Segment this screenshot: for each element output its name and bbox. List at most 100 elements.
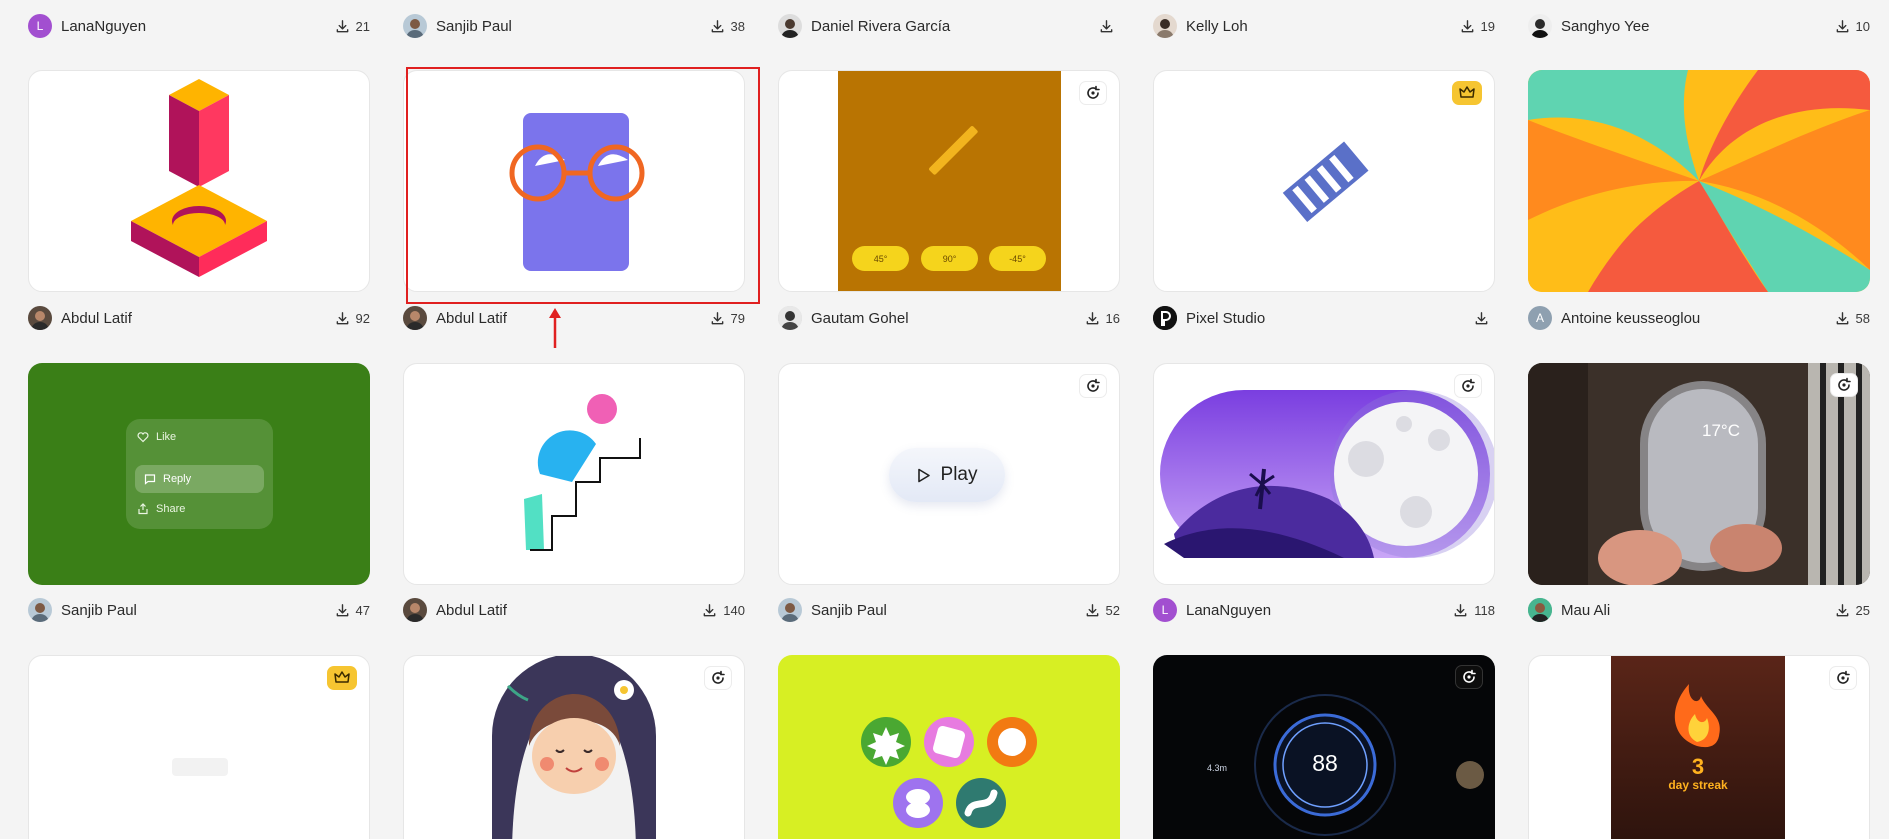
download-icon [1836,311,1848,324]
crown-icon [334,671,350,683]
author[interactable]: L LanaNguyen [28,14,146,38]
author-name: Abdul Latif [61,309,132,327]
download-button[interactable]: 16 [1085,311,1120,326]
download-icon [336,311,348,324]
avatar [403,14,427,38]
author[interactable]: Abdul Latif [403,306,507,330]
shape-buttons-preview [861,717,1037,828]
author[interactable]: Sanjib Paul [403,14,512,38]
temperature-readout: 17°C [1702,421,1740,440]
author[interactable]: Sanjib Paul [778,598,887,622]
download-icon [1086,311,1098,324]
download-icon [1475,311,1488,324]
avatar [1528,598,1552,622]
refresh-icon [1462,378,1475,392]
streak-label: day streak [1668,778,1728,792]
download-button[interactable]: 19 [1460,19,1495,34]
animation-card[interactable] [1153,363,1495,585]
author[interactable]: Mau Ali [1528,598,1610,622]
author[interactable]: Pixel Studio [1153,306,1265,330]
refresh-icon [712,670,725,684]
download-button[interactable]: 58 [1835,311,1870,326]
isometric-shape-preview [131,79,267,277]
smart-mirror-preview [1528,363,1870,585]
download-count: 118 [1474,602,1495,618]
animation-card[interactable] [1528,70,1870,292]
animation-card[interactable] [403,70,745,292]
card-meta: Sanghyo Yee 10 [1528,11,1870,41]
refresh-icon [1087,85,1100,99]
animation-card[interactable]: 3 day streak [1528,655,1870,839]
animation-card[interactable]: 17°C [1528,363,1870,585]
play-button[interactable]: Play [889,448,1005,502]
download-count: 16 [1105,310,1120,326]
stairs-preview [524,394,641,551]
download-icon [1100,19,1113,32]
author-name: Antoine keusseoglou [1561,309,1701,327]
download-button[interactable]: 140 [702,603,745,618]
download-button[interactable]: 118 [1453,603,1495,618]
animation-card[interactable] [778,655,1120,839]
download-button[interactable]: 92 [335,311,370,326]
card-meta: Mau Ali 25 [1528,595,1870,625]
angle-chip[interactable]: 90° [921,246,978,271]
animation-card[interactable]: Like Reply Share [28,363,370,585]
author-name: Gautam Gohel [811,309,909,327]
card-meta: A Antoine keusseoglou 58 [1528,303,1870,333]
avatar: L [28,14,52,38]
download-button[interactable]: 21 [335,19,370,34]
avatar [403,306,427,330]
download-button[interactable]: 47 [335,603,370,618]
animation-card[interactable]: 45° 90° -45° [778,70,1120,292]
download-button[interactable]: 52 [1085,603,1120,618]
download-button[interactable]: 25 [1835,603,1870,618]
card-meta: Sanjib Paul 47 [28,595,370,625]
animation-card[interactable] [403,363,745,585]
author-name: Sanghyo Yee [1561,17,1650,35]
download-button[interactable] [1474,311,1495,326]
download-icon [336,19,348,32]
refresh-icon [1463,669,1476,683]
download-button[interactable]: 38 [710,19,745,34]
card-meta: Sanjib Paul 38 [403,11,745,41]
author[interactable]: A Antoine keusseoglou [1528,306,1700,330]
download-icon [711,311,723,324]
download-button[interactable] [1099,19,1120,34]
angle-chip[interactable]: 45° [852,246,909,271]
avatar [1153,306,1177,330]
author-name: Sanjib Paul [436,17,512,35]
author[interactable]: Sanjib Paul [28,598,137,622]
animation-card[interactable] [1153,70,1495,292]
download-icon [711,19,723,32]
author[interactable]: Kelly Loh [1153,14,1248,38]
author[interactable]: Daniel Rivera García [778,14,950,38]
animation-card[interactable]: Play [778,363,1120,585]
avatar [1528,14,1552,38]
download-count: 21 [355,18,370,34]
angle-chip[interactable]: -45° [989,246,1046,271]
animation-card[interactable] [28,70,370,292]
download-button[interactable]: 79 [710,311,745,326]
author[interactable]: Gautam Gohel [778,306,909,330]
card-meta: L LanaNguyen 118 [1153,595,1495,625]
download-icon [703,603,716,616]
context-menu-preview: Like Reply Share [126,419,273,529]
animation-card[interactable]: 88 4.3m [1153,655,1495,839]
author[interactable]: Sanghyo Yee [1528,14,1649,38]
author-name: Sanjib Paul [61,601,137,619]
animation-card[interactable] [403,655,745,839]
author[interactable]: L LanaNguyen [1153,598,1271,622]
download-count: 92 [355,310,370,326]
remix-badge [704,666,732,690]
premium-badge [327,666,357,690]
heart-icon [137,432,149,443]
author[interactable]: Abdul Latif [403,598,507,622]
card-meta: Daniel Rivera García [778,11,1120,41]
download-button[interactable]: 10 [1835,19,1870,34]
card-meta: Abdul Latif 140 [403,595,745,625]
flame-icon [1674,684,1720,748]
animation-card[interactable] [28,655,370,839]
author-name: Pixel Studio [1186,309,1266,327]
avatar: A [1528,306,1552,330]
author[interactable]: Abdul Latif [28,306,132,330]
